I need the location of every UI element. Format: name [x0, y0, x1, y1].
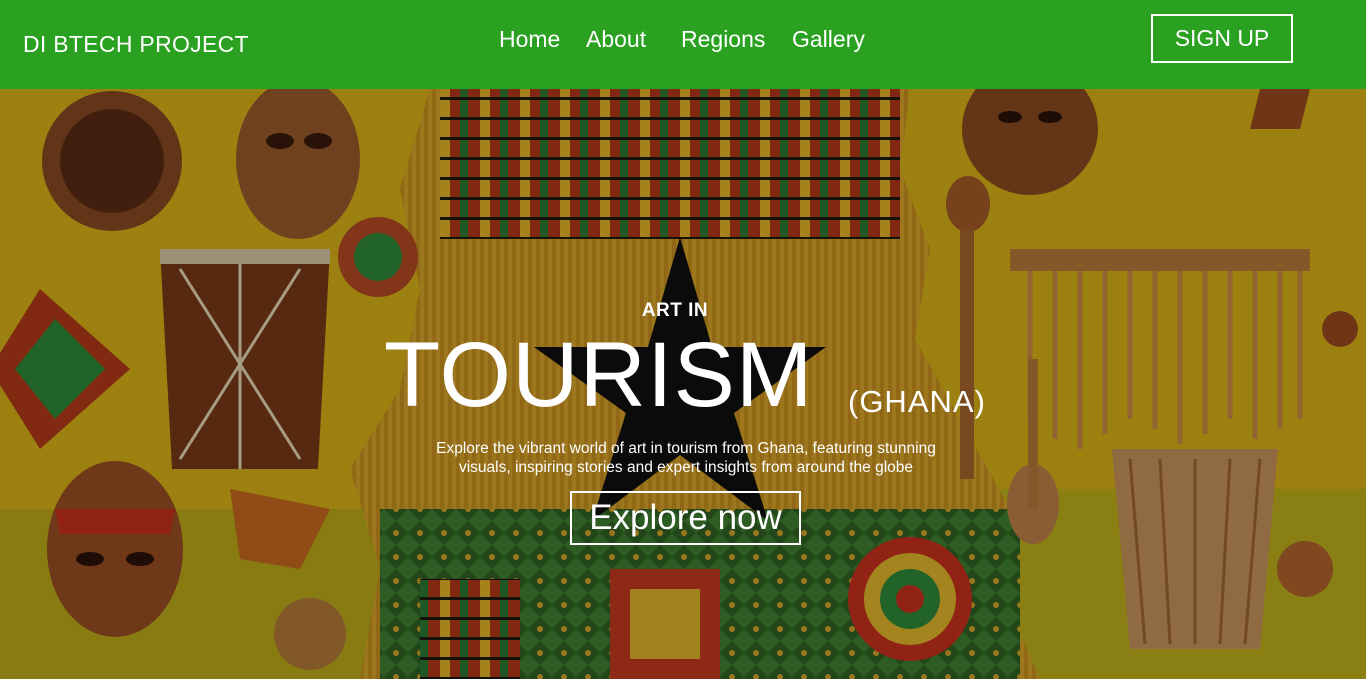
nav-link-gallery[interactable]: Gallery [792, 26, 865, 53]
hero-headline: TOURISM [384, 324, 814, 426]
hero-subtitle-line-2: visuals, inspiring stories and expert in… [458, 459, 914, 476]
hero-headline-suffix: (GHANA) [848, 384, 986, 419]
hero-subtitle-line-1: Explore the vibrant world of art in tour… [436, 440, 936, 457]
hero-subtitle: Explore the vibrant world of art in tour… [386, 439, 986, 477]
nav-link-regions[interactable]: Regions [681, 26, 765, 53]
hero-section: ART IN TOURISM (GHANA) Explore the vibra… [0, 89, 1366, 679]
signup-button[interactable]: SIGN UP [1151, 14, 1293, 63]
hero-eyebrow: ART IN [641, 300, 709, 321]
brand-logo-text[interactable]: DI BTECH PROJECT [23, 31, 249, 58]
explore-now-button[interactable]: Explore now [570, 491, 801, 545]
top-navbar: DI BTECH PROJECT Home About Regions Gall… [0, 0, 1366, 89]
nav-link-home[interactable]: Home [499, 26, 560, 53]
nav-link-about[interactable]: About [586, 26, 646, 53]
